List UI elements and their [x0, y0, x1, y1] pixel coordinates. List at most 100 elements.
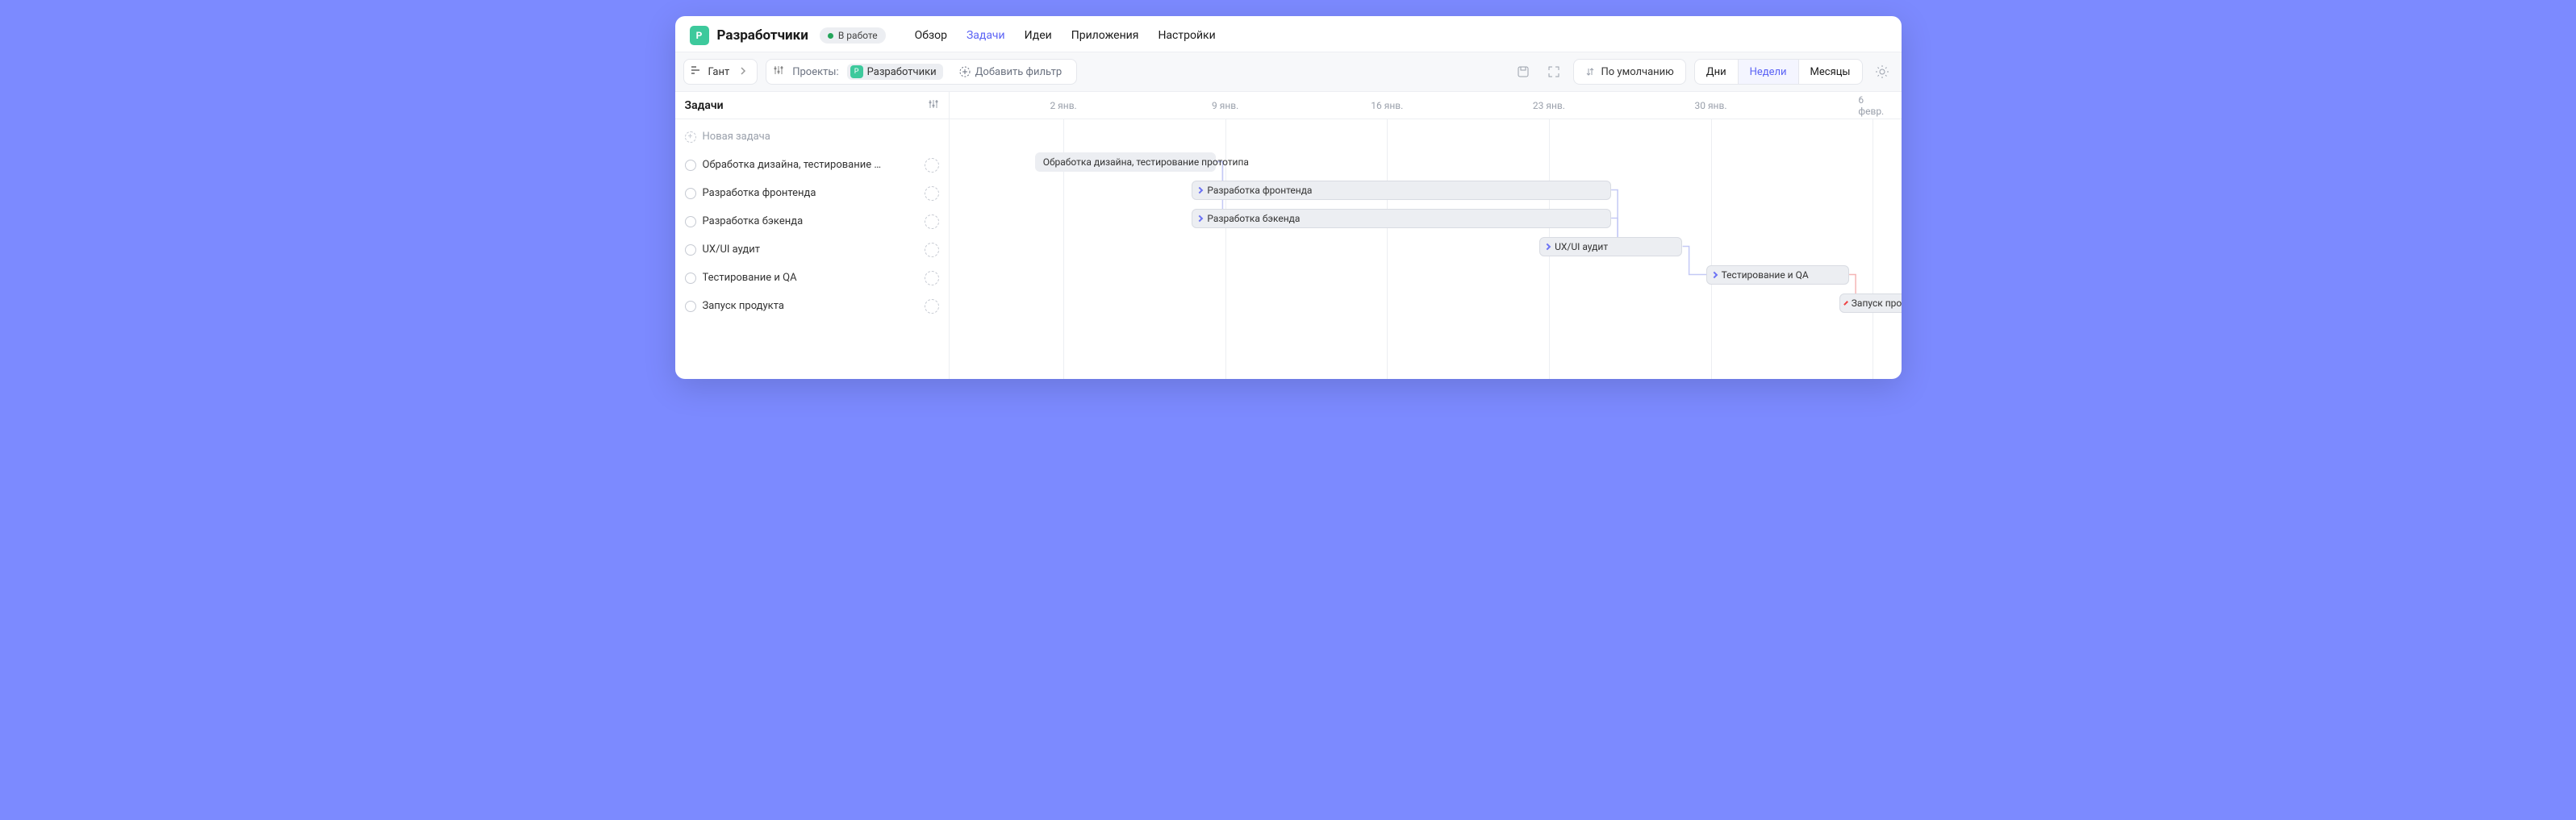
nav-settings[interactable]: Настройки	[1158, 29, 1215, 42]
filter-prefix: Проекты:	[792, 66, 838, 78]
task-row[interactable]: UX/UI аудит	[675, 235, 949, 264]
assignee-placeholder-icon[interactable]	[925, 243, 939, 257]
gantt-chart[interactable]: 2 янв.9 янв.16 янв.23 янв.30 янв.6 февр.…	[950, 92, 1902, 379]
view-label: Гант	[708, 66, 730, 78]
save-icon	[1517, 65, 1530, 78]
new-task-label: Новая задача	[703, 131, 939, 143]
task-status-circle[interactable]	[685, 160, 696, 171]
nav-ideas[interactable]: Идеи	[1025, 29, 1052, 42]
task-list: + Новая задача Обработка дизайна, тестир…	[675, 119, 949, 323]
task-status-circle[interactable]	[685, 188, 696, 199]
sort-selector[interactable]: По умолчанию	[1573, 59, 1686, 85]
task-row[interactable]: Обработка дизайна, тестирование …	[675, 151, 949, 179]
task-status-circle[interactable]	[685, 273, 696, 284]
gantt-row: Обработка дизайна, тестирование прототип…	[950, 148, 1902, 176]
assignee-placeholder-icon[interactable]	[925, 186, 939, 201]
sidebar-filter-button[interactable]	[928, 98, 939, 113]
gantt-row: Разработка бэкенда	[950, 204, 1902, 232]
arrow-icon	[1710, 271, 1717, 277]
assignee-placeholder-icon[interactable]	[925, 271, 939, 285]
status-dot-icon	[828, 33, 833, 39]
add-filter-button[interactable]: Добавить фильтр	[951, 62, 1071, 82]
body: Задачи + Новая задача Обработка дизайна,…	[675, 92, 1902, 379]
nav-overview[interactable]: Обзор	[915, 29, 947, 42]
gantt-body: Обработка дизайна, тестирование прототип…	[950, 119, 1902, 379]
task-status-circle[interactable]	[685, 301, 696, 312]
gantt-row: Тестирование и QA	[950, 260, 1902, 289]
gantt-bar[interactable]: Разработка фронтенда	[1192, 181, 1610, 200]
sidebar-header: Задачи	[675, 92, 949, 119]
arrow-icon	[1843, 301, 1848, 306]
arrow-icon	[1544, 243, 1551, 249]
task-row[interactable]: Разработка фронтенда	[675, 179, 949, 207]
gantt-bar-label: Запуск продукта	[1852, 298, 1902, 309]
task-row[interactable]: Запуск продукта	[675, 292, 949, 320]
status-label: В работе	[838, 30, 878, 41]
sliders-icon	[928, 98, 939, 110]
scale-selector: Дни Недели Месяцы	[1694, 59, 1863, 85]
view-selector[interactable]: Гант	[683, 59, 758, 85]
nav: Обзор Задачи Идеи Приложения Настройки	[915, 29, 1216, 42]
task-label: Запуск продукта	[703, 300, 918, 312]
sliders-icon[interactable]	[773, 65, 784, 79]
arrow-icon	[1196, 186, 1203, 193]
gantt-bar[interactable]: Обработка дизайна, тестирование прототип…	[1035, 152, 1216, 172]
timeline-tick: 23 янв.	[1533, 92, 1565, 119]
gantt-row: Запуск продукта	[950, 289, 1902, 317]
save-view-button[interactable]	[1512, 60, 1534, 83]
plus-circle-icon	[959, 66, 971, 77]
filter-project-name: Разработчики	[867, 66, 937, 78]
project-badge: Р	[690, 26, 709, 45]
task-status-circle[interactable]	[685, 244, 696, 256]
gear-icon	[1875, 65, 1889, 79]
gantt-icon	[691, 65, 702, 79]
gantt-bar[interactable]: Разработка бэкенда	[1192, 209, 1610, 228]
timeline-tick: 30 янв.	[1695, 92, 1727, 119]
settings-button[interactable]	[1871, 60, 1893, 83]
task-status-circle[interactable]	[685, 216, 696, 227]
gantt-row: UX/UI аудит	[950, 232, 1902, 260]
task-row[interactable]: Разработка бэкенда	[675, 207, 949, 235]
gantt-bar[interactable]: UX/UI аудит	[1539, 237, 1682, 256]
assignee-placeholder-icon[interactable]	[925, 299, 939, 314]
task-row[interactable]: Тестирование и QA	[675, 264, 949, 292]
nav-tasks[interactable]: Задачи	[967, 29, 1005, 42]
scale-months[interactable]: Месяцы	[1798, 60, 1862, 84]
gantt-row	[950, 119, 1902, 148]
gantt-bar[interactable]: Запуск продукта	[1839, 293, 1902, 313]
gantt-bar-label: Разработка фронтенда	[1207, 185, 1312, 196]
task-label: Разработка фронтенда	[703, 187, 918, 199]
scale-weeks[interactable]: Недели	[1738, 60, 1798, 84]
arrow-icon	[1196, 214, 1203, 221]
toolbar: Гант Проекты: Р Разработчики Добавить фи…	[675, 52, 1902, 92]
scale-days[interactable]: Дни	[1695, 60, 1738, 84]
sort-label: По умолчанию	[1601, 66, 1674, 78]
plus-icon: +	[685, 131, 696, 143]
task-label: Разработка бэкенда	[703, 215, 918, 227]
timeline-tick: 2 янв.	[1050, 92, 1076, 119]
sort-icon	[1585, 67, 1595, 77]
timeline-tick: 9 янв.	[1212, 92, 1238, 119]
nav-apps[interactable]: Приложения	[1071, 29, 1139, 42]
gantt-bar-label: UX/UI аудит	[1555, 241, 1608, 252]
task-label: UX/UI аудит	[703, 244, 918, 256]
gantt-bar-label: Обработка дизайна, тестирование прототип…	[1043, 156, 1249, 168]
gantt-bar-label: Разработка бэкенда	[1207, 213, 1300, 224]
project-title: Разработчики	[717, 27, 808, 44]
header: Р Разработчики В работе Обзор Задачи Иде…	[675, 16, 1902, 52]
task-label: Обработка дизайна, тестирование …	[703, 159, 918, 171]
filter-badge: Р	[850, 65, 863, 78]
assignee-placeholder-icon[interactable]	[925, 158, 939, 173]
gantt-bar[interactable]: Тестирование и QA	[1706, 265, 1849, 285]
app-window: Р Разработчики В работе Обзор Задачи Иде…	[675, 16, 1902, 379]
expand-icon	[1547, 65, 1560, 78]
gantt-row: Разработка фронтенда	[950, 176, 1902, 204]
fullscreen-button[interactable]	[1543, 60, 1565, 83]
status-chip[interactable]: В работе	[820, 27, 886, 44]
assignee-placeholder-icon[interactable]	[925, 214, 939, 229]
new-task-row[interactable]: + Новая задача	[675, 123, 949, 151]
task-label: Тестирование и QA	[703, 272, 918, 284]
filter-pill[interactable]: Р Разработчики	[847, 64, 943, 80]
timeline-tick: 6 февр.	[1858, 92, 1886, 119]
add-filter-label: Добавить фильтр	[975, 66, 1063, 78]
